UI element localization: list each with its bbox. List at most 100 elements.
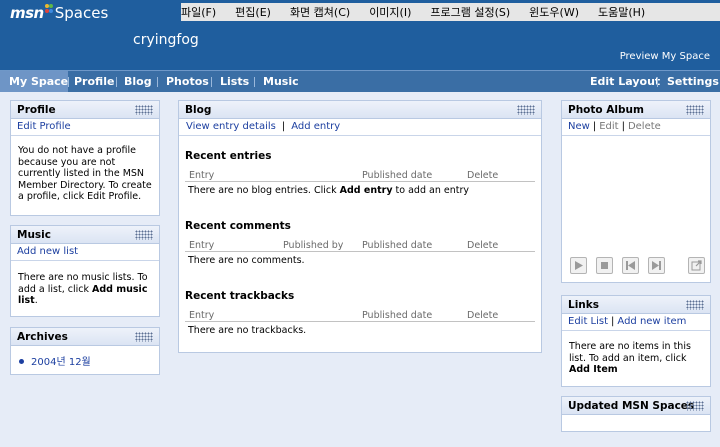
add-new-list-link[interactable]: Add new list bbox=[17, 246, 78, 257]
col-published-by[interactable]: Published by bbox=[283, 240, 343, 251]
updated-spaces-module-title: Updated MSN Spaces bbox=[568, 400, 695, 412]
nav-photos[interactable]: Photos bbox=[166, 71, 209, 92]
menu-window[interactable]: 윈도우(W) bbox=[529, 4, 579, 20]
blog-module-header[interactable]: Blog bbox=[179, 101, 541, 119]
view-entry-details-link[interactable]: View entry details bbox=[186, 121, 276, 132]
col-entry[interactable]: Entry bbox=[189, 310, 214, 321]
play-icon[interactable] bbox=[570, 257, 587, 274]
nav-divider bbox=[157, 77, 158, 87]
nav-divider bbox=[116, 77, 117, 87]
col-entry[interactable]: Entry bbox=[189, 240, 214, 251]
archive-item[interactable]: 2004년 12월 bbox=[19, 353, 91, 368]
recent-comments-header: Entry Published by Published date Delete bbox=[185, 240, 535, 252]
new-photo-link[interactable]: New bbox=[568, 121, 590, 132]
menu-help[interactable]: 도움말(H) bbox=[598, 4, 645, 20]
entries-empty-after: to add an entry bbox=[392, 185, 469, 196]
drag-handle-icon[interactable] bbox=[135, 230, 153, 240]
music-text: There are no music lists. To add a list,… bbox=[11, 261, 159, 307]
nav-divider bbox=[211, 77, 212, 87]
next-icon[interactable] bbox=[648, 257, 665, 274]
main-nav: My Space Profile Blog Photos Lists Music… bbox=[0, 70, 720, 92]
nav-divider bbox=[657, 77, 658, 87]
col-entry[interactable]: Entry bbox=[189, 170, 214, 181]
col-published-date[interactable]: Published date bbox=[362, 310, 432, 321]
stop-icon[interactable] bbox=[596, 257, 613, 274]
archives-module: Archives 2004년 12월 bbox=[10, 327, 160, 375]
recent-comments-title: Recent comments bbox=[185, 220, 291, 232]
links-module-title: Links bbox=[568, 299, 599, 311]
updated-spaces-module-header[interactable]: Updated MSN Spaces bbox=[562, 397, 710, 415]
col-published-date[interactable]: Published date bbox=[362, 170, 432, 181]
music-text-after: . bbox=[34, 295, 38, 306]
menu-capture[interactable]: 화면 캡쳐(C) bbox=[290, 4, 350, 20]
col-published-date[interactable]: Published date bbox=[362, 240, 432, 251]
previous-icon[interactable] bbox=[622, 257, 639, 274]
archive-item-label: 2004년 12월 bbox=[31, 357, 91, 368]
recent-entries-title: Recent entries bbox=[185, 150, 272, 162]
bullet-icon bbox=[19, 359, 24, 364]
nav-settings[interactable]: Settings bbox=[667, 71, 719, 92]
blog-module-title: Blog bbox=[185, 104, 212, 116]
edit-profile-link[interactable]: Edit Profile bbox=[17, 121, 71, 132]
photo-album-module-header[interactable]: Photo Album bbox=[562, 101, 710, 119]
photo-album-module-title: Photo Album bbox=[568, 104, 644, 116]
add-entry-link[interactable]: Add entry bbox=[291, 121, 340, 132]
photo-viewer bbox=[562, 137, 710, 247]
menu-edit[interactable]: 편집(E) bbox=[235, 4, 271, 20]
links-links: Edit List | Add new item bbox=[562, 314, 710, 331]
nav-blog[interactable]: Blog bbox=[124, 71, 152, 92]
logo-spaces-text: Spaces bbox=[54, 4, 109, 22]
app-menubar: 파일(F) 편집(E) 화면 캡쳐(C) 이미지(I) 프로그램 설정(S) 윈… bbox=[181, 3, 720, 21]
links-module: Links Edit List | Add new item There are n… bbox=[561, 295, 711, 387]
col-delete[interactable]: Delete bbox=[467, 170, 498, 181]
recent-entries-empty: There are no blog entries. Click Add ent… bbox=[188, 185, 469, 196]
blog-links: View entry details | Add entry bbox=[179, 119, 541, 136]
nav-divider bbox=[68, 77, 69, 87]
profile-module: Profile Edit Profile You do not have a p… bbox=[10, 100, 160, 216]
add-item-link[interactable]: Add Item bbox=[569, 364, 618, 375]
drag-handle-icon[interactable] bbox=[135, 105, 153, 115]
menu-image[interactable]: 이미지(I) bbox=[369, 4, 411, 20]
butterfly-icon bbox=[44, 4, 53, 13]
links-module-header[interactable]: Links bbox=[562, 296, 710, 314]
drag-handle-icon[interactable] bbox=[686, 300, 704, 310]
nav-profile[interactable]: Profile bbox=[74, 71, 114, 92]
nav-divider bbox=[254, 77, 255, 87]
col-delete[interactable]: Delete bbox=[467, 240, 498, 251]
archives-module-header[interactable]: Archives bbox=[11, 328, 159, 346]
recent-entries-header: Entry Published date Delete bbox=[185, 170, 535, 182]
add-entry-inline-link[interactable]: Add entry bbox=[340, 185, 393, 196]
photo-album-module: Photo Album New | Edit | Delete bbox=[561, 100, 711, 283]
add-new-item-link[interactable]: Add new item bbox=[617, 316, 686, 327]
menu-file[interactable]: 파일(F) bbox=[181, 4, 216, 20]
profile-module-title: Profile bbox=[17, 104, 56, 116]
updated-spaces-module: Updated MSN Spaces bbox=[561, 396, 711, 432]
msn-spaces-logo[interactable]: msn Spaces bbox=[10, 4, 108, 22]
profile-module-header[interactable]: Profile bbox=[11, 101, 159, 119]
photo-album-links: New | Edit | Delete bbox=[562, 119, 710, 136]
entries-empty-before: There are no blog entries. Click bbox=[188, 185, 340, 196]
delete-photo-link[interactable]: Delete bbox=[628, 121, 661, 132]
drag-handle-icon[interactable] bbox=[686, 105, 704, 115]
nav-my-space[interactable]: My Space bbox=[0, 71, 68, 92]
drag-handle-icon[interactable] bbox=[686, 401, 704, 411]
drag-handle-icon[interactable] bbox=[135, 332, 153, 342]
links-text-before: There are no items in this list. To add … bbox=[569, 341, 691, 364]
music-module-title: Music bbox=[17, 229, 51, 241]
popout-icon[interactable] bbox=[688, 257, 705, 274]
recent-comments-empty: There are no comments. bbox=[188, 255, 305, 266]
col-delete[interactable]: Delete bbox=[467, 310, 498, 321]
logo-msn-text: msn bbox=[10, 4, 44, 22]
nav-edit-layout[interactable]: Edit Layout bbox=[590, 71, 660, 92]
edit-photo-link[interactable]: Edit bbox=[599, 121, 618, 132]
nav-lists[interactable]: Lists bbox=[220, 71, 249, 92]
music-module: Music Add new list There are no music li… bbox=[10, 225, 160, 317]
edit-list-link[interactable]: Edit List bbox=[568, 316, 608, 327]
drag-handle-icon[interactable] bbox=[517, 105, 535, 115]
menu-settings[interactable]: 프로그램 설정(S) bbox=[430, 4, 510, 20]
preview-link[interactable]: Preview My Space bbox=[620, 51, 710, 62]
recent-trackbacks-empty: There are no trackbacks. bbox=[188, 325, 307, 336]
nav-music[interactable]: Music bbox=[263, 71, 299, 92]
links-text: There are no items in this list. To add … bbox=[562, 331, 710, 376]
music-module-header[interactable]: Music bbox=[11, 226, 159, 244]
